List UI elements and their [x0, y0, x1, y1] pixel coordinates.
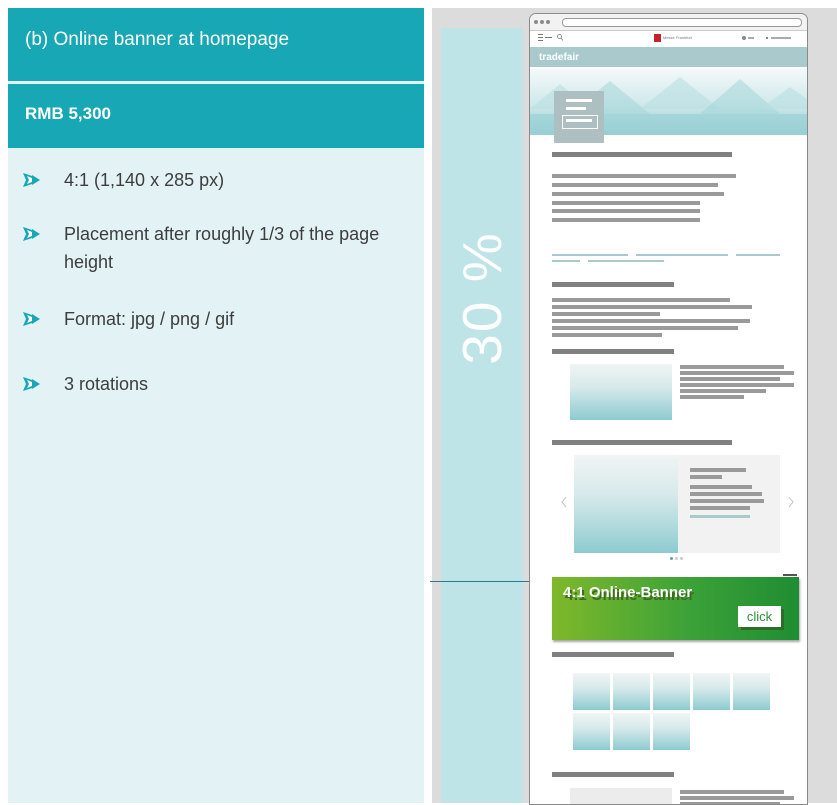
text-line: [690, 485, 752, 489]
thumbnail: [613, 713, 650, 750]
price-label: RMB 5,300: [25, 104, 111, 123]
carousel[interactable]: [574, 455, 780, 553]
text-line: [552, 209, 700, 213]
thumbnail: [573, 673, 610, 710]
link-line: [552, 260, 580, 262]
price-bar: RMB 5,300: [8, 84, 424, 148]
text-line: [680, 796, 794, 800]
headline-line: [552, 652, 674, 657]
text-line: [690, 506, 750, 510]
thumbnail: [573, 713, 610, 750]
banner-corner-mark: [783, 574, 797, 576]
text-line: [552, 312, 660, 316]
arrow-bullet-icon: [23, 173, 40, 187]
hero-logo-box: [554, 91, 604, 143]
lang-icon: [766, 37, 768, 39]
text-line: [680, 383, 794, 387]
text-line: [552, 201, 700, 205]
text-line: [690, 468, 746, 472]
article-image: [570, 788, 672, 804]
site-nav: Messe Frankfurt: [530, 31, 807, 45]
link-line: [636, 254, 728, 256]
window-dot: [546, 20, 550, 24]
text-line: [552, 333, 662, 337]
online-banner[interactable]: 4:1 Online-Banner click: [552, 577, 799, 640]
chevron-left-icon[interactable]: [561, 496, 567, 508]
text-line: [690, 475, 722, 479]
text-line: [680, 371, 794, 375]
link-line: [690, 515, 750, 518]
section-header: (b) Online banner at homepage: [8, 8, 424, 81]
text-line: [680, 365, 784, 369]
text-line: [552, 298, 730, 302]
window-dot: [540, 20, 544, 24]
bullet-text: 4:1 (1,140 x 285 px): [64, 170, 225, 190]
text-line: [552, 192, 724, 196]
text-line: [552, 183, 718, 187]
thumbnail: [653, 713, 690, 750]
text-line: [552, 319, 750, 323]
headline-line: [552, 282, 674, 287]
arrow-bullet-icon: [23, 227, 40, 241]
chevron-right-icon[interactable]: [788, 496, 794, 508]
search-icon: [557, 34, 563, 41]
banner-label: 4:1 Online-Banner: [563, 584, 693, 601]
text-line: [680, 389, 766, 393]
window-dot: [534, 20, 538, 24]
bullet-text: Placement after roughly 1/3 of the page …: [64, 224, 380, 272]
address-bar: [562, 18, 802, 27]
headline-line: [552, 152, 732, 157]
thumbnail: [733, 673, 770, 710]
arrow-bullet-icon: [23, 312, 40, 326]
text-line: [552, 326, 738, 330]
text-line: [552, 305, 752, 309]
link-line: [588, 260, 664, 262]
section-title: (b) Online banner at homepage: [25, 29, 290, 50]
carousel-dot[interactable]: [670, 557, 673, 560]
link-line: [552, 254, 628, 256]
browser-mockup: Messe Frankfurt tradefair: [529, 13, 808, 805]
carousel-image: [574, 455, 678, 553]
article-image: [570, 364, 672, 420]
text-line: [680, 790, 784, 794]
headline-line: [552, 772, 674, 777]
text-line: [690, 492, 762, 496]
connector-line: [430, 581, 538, 582]
thumbnail: [653, 673, 690, 710]
browser-chrome: [530, 14, 807, 31]
bullet-text: Format: jpg / png / gif: [64, 309, 235, 329]
nav-text: [748, 37, 754, 39]
user-icon: [742, 36, 746, 40]
position-strip: [441, 28, 523, 803]
headline-line: [552, 349, 674, 354]
arrow-bullet-icon: [23, 377, 40, 391]
text-line: [680, 377, 780, 381]
banner-click-button[interactable]: click: [738, 606, 781, 627]
carousel-dot[interactable]: [675, 557, 678, 560]
text-line: [552, 174, 736, 178]
brand-label: Messe Frankfurt: [663, 35, 692, 40]
headline-line: [552, 440, 732, 445]
link-line: [736, 254, 780, 256]
bullet-text: 3 rotations: [64, 374, 149, 394]
thumbnail: [693, 673, 730, 710]
text-line: [690, 499, 764, 503]
site-logo: tradefair: [539, 52, 580, 63]
text-line: [680, 395, 744, 399]
hamburger-icon: [538, 34, 552, 41]
carousel-dot[interactable]: [680, 557, 683, 560]
thumbnail: [613, 673, 650, 710]
info-panel: (b) Online banner at homepage RMB 5,300 …: [8, 8, 424, 803]
nav-text: [771, 37, 791, 39]
text-line: [552, 218, 700, 222]
brand-logo-icon: [654, 34, 661, 42]
